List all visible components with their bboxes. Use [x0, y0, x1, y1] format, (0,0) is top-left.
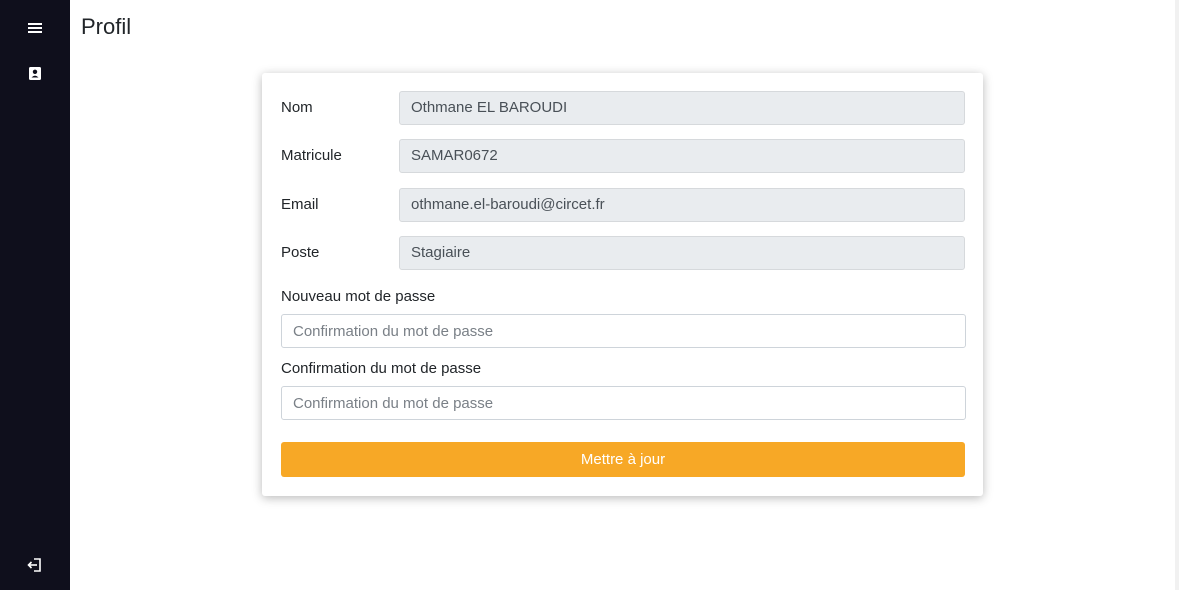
new-password-input[interactable] — [281, 314, 966, 348]
poste-field: Stagiaire — [399, 236, 965, 270]
field-label: Matricule — [281, 147, 342, 164]
field-row-nom: Nom Othmane EL BAROUDI — [281, 91, 965, 125]
field-label: Nom — [281, 99, 313, 116]
profile-card: Nom Othmane EL BAROUDI Matricule SAMAR06… — [262, 73, 983, 496]
matricule-field: SAMAR0672 — [399, 139, 965, 173]
field-label: Email — [281, 196, 319, 213]
confirm-password-label: Confirmation du mot de passe — [281, 360, 482, 377]
update-button[interactable]: Mettre à jour — [281, 442, 965, 477]
name-field: Othmane EL BAROUDI — [399, 91, 965, 125]
field-label: Poste — [281, 244, 320, 261]
logout-icon[interactable] — [25, 555, 45, 575]
confirm-password-input[interactable] — [281, 386, 966, 420]
page-scrollbar[interactable] — [1175, 0, 1179, 590]
profile-card-icon[interactable] — [25, 63, 45, 83]
sidebar — [0, 0, 70, 590]
email-field: othmane.el-baroudi@circet.fr — [399, 188, 965, 222]
page-title: Profil — [81, 14, 132, 39]
field-row-email: Email othmane.el-baroudi@circet.fr — [281, 188, 965, 222]
new-password-label: Nouveau mot de passe — [281, 288, 436, 305]
menu-icon[interactable] — [25, 18, 45, 38]
field-row-poste: Poste Stagiaire — [281, 236, 965, 270]
field-row-matricule: Matricule SAMAR0672 — [281, 139, 965, 173]
